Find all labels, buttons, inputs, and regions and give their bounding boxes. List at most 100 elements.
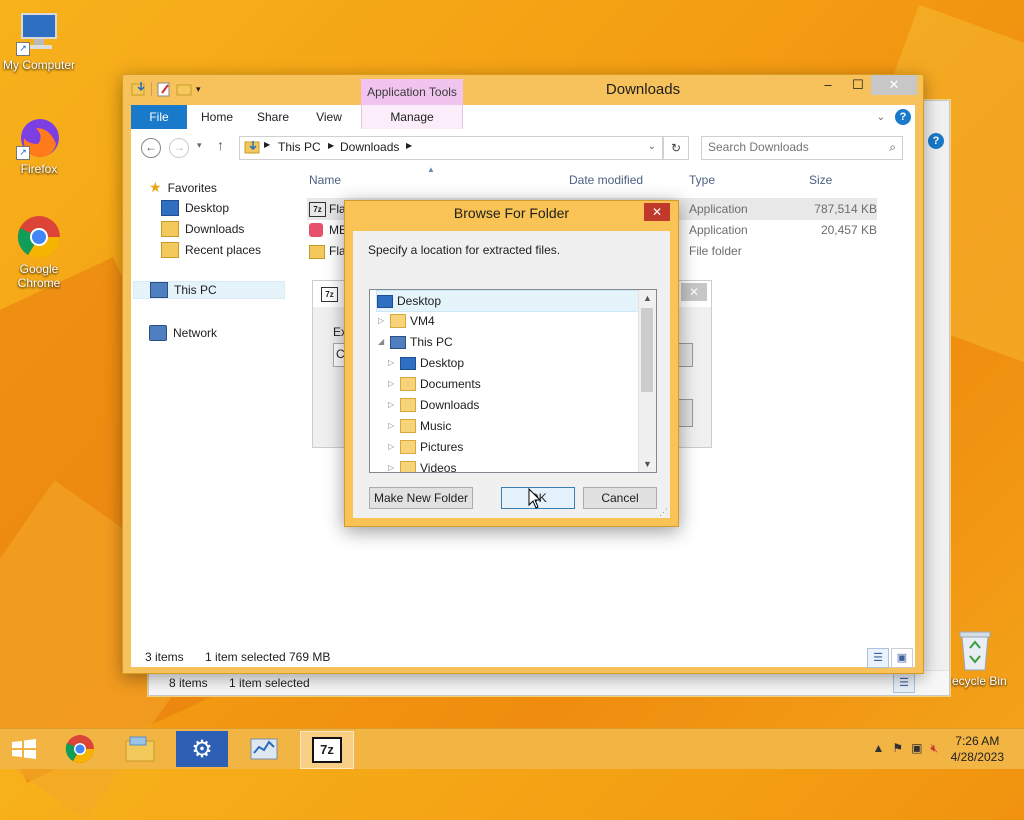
desktop-icon-firefox[interactable]: ↗ Firefox xyxy=(0,114,78,176)
column-type[interactable]: Type xyxy=(689,173,715,187)
chevron-up-icon[interactable]: ▲ xyxy=(872,741,884,756)
search-icon[interactable]: ⌕ xyxy=(889,140,896,155)
forward-button[interactable]: → xyxy=(169,138,189,158)
nav-desktop[interactable]: Desktop xyxy=(161,200,229,216)
network-icon[interactable]: ▣ xyxy=(911,741,922,756)
close-button[interactable]: ✕ xyxy=(681,283,707,301)
7zip-icon: 7z xyxy=(312,737,342,763)
browse-button[interactable] xyxy=(677,343,693,367)
window-edge: ? xyxy=(922,101,949,695)
recent-locations-icon[interactable]: ▾ xyxy=(197,140,202,151)
breadcrumb-this-pc[interactable]: This PC xyxy=(278,140,321,154)
title-bar[interactable]: ▾ Application Tools Downloads – ☐ ✕ xyxy=(123,75,923,105)
chevron-down-icon[interactable]: ⌄ xyxy=(648,141,656,152)
tree-item-music[interactable]: ▷ Music xyxy=(388,416,451,436)
column-size[interactable]: Size xyxy=(809,173,832,187)
back-button[interactable]: ← xyxy=(141,138,161,158)
window-title: Downloads xyxy=(605,81,681,98)
expand-icon[interactable]: ▷ xyxy=(388,395,396,415)
expand-icon[interactable]: ▷ xyxy=(388,458,396,472)
tab-file[interactable]: File xyxy=(131,105,187,129)
chevron-down-icon[interactable]: ⌄ xyxy=(877,112,885,123)
expand-icon[interactable]: ▷ xyxy=(388,353,396,373)
desktop-icon-my-computer[interactable]: ↗ My Computer xyxy=(0,10,78,72)
tree-item-pictures[interactable]: ▷ Pictures xyxy=(388,437,463,457)
network-icon xyxy=(149,325,167,341)
folder-tree[interactable]: Desktop ▷ VM4 ◢ This PC ▷ Desktop ▷ Docu… xyxy=(369,289,657,473)
tree-item-vm4[interactable]: ▷ VM4 xyxy=(378,311,435,331)
taskbar-settings[interactable]: ⚙ xyxy=(176,731,228,767)
help-icon[interactable]: ? xyxy=(895,109,911,125)
tree-item-desktop-folder[interactable]: ▷ Desktop xyxy=(388,353,464,373)
taskbar-task-manager[interactable] xyxy=(238,731,290,767)
computer-icon xyxy=(150,282,168,298)
minimize-button[interactable]: – xyxy=(813,75,843,95)
address-toolbar: ← → ▾ ↑ ▶ This PC ▶ Downloads ▶ ⌄ ↻ ⌕ xyxy=(131,129,915,165)
help-icon[interactable]: ? xyxy=(928,133,944,149)
tab-view[interactable]: View xyxy=(307,105,351,129)
nav-recent-places[interactable]: Recent places xyxy=(161,242,261,258)
expand-icon[interactable]: ▷ xyxy=(388,374,396,394)
documents-folder-icon xyxy=(400,377,416,391)
browse-for-folder-dialog[interactable]: Browse For Folder ✕ Specify a location f… xyxy=(344,200,679,527)
tab-home[interactable]: Home xyxy=(195,105,239,129)
dialog-prompt: Specify a location for extracted files. xyxy=(368,243,561,257)
folder-down-icon[interactable] xyxy=(131,81,147,97)
expand-icon[interactable]: ▷ xyxy=(388,416,396,436)
make-new-folder-button[interactable]: Make New Folder xyxy=(369,487,473,509)
taskbar: ⚙ 7z ▲ ⚑ ▣ 🔇︎ 7:26 AM 4/28/2023 xyxy=(0,728,1024,769)
close-button[interactable]: ✕ xyxy=(644,203,670,221)
collapse-icon[interactable]: ◢ xyxy=(378,332,386,352)
app-icon xyxy=(309,223,323,237)
close-button[interactable]: ✕ xyxy=(871,75,917,95)
tree-item-downloads[interactable]: ▷ Downloads xyxy=(388,395,479,415)
tree-scrollbar[interactable]: ▲ ▼ xyxy=(638,290,656,472)
scroll-thumb[interactable] xyxy=(641,308,653,392)
clock[interactable]: 7:26 AM 4/28/2023 xyxy=(951,733,1004,765)
start-button[interactable] xyxy=(0,731,48,767)
file-type: Application xyxy=(689,202,748,216)
nav-network[interactable]: Network xyxy=(149,325,217,341)
status-bar: 3 items 1 item selected 769 MB ☰ ▣ xyxy=(131,647,915,668)
refresh-button[interactable]: ↻ xyxy=(663,136,689,160)
column-date-modified[interactable]: Date modified xyxy=(569,173,643,187)
tree-item-this-pc[interactable]: ◢ This PC xyxy=(378,332,453,352)
up-button[interactable]: ↑ xyxy=(217,137,224,153)
tab-share[interactable]: Share xyxy=(251,105,295,129)
tab-manage[interactable]: Manage xyxy=(361,105,463,129)
taskbar-chrome[interactable] xyxy=(54,731,106,767)
chevron-down-icon[interactable]: ▾ xyxy=(196,81,206,97)
address-bar[interactable]: ▶ This PC ▶ Downloads ▶ ⌄ xyxy=(239,136,663,160)
dialog-button[interactable] xyxy=(677,399,693,427)
column-name[interactable]: Name xyxy=(309,173,341,187)
breadcrumb-downloads[interactable]: Downloads xyxy=(340,140,399,154)
nav-favorites[interactable]: ★ Favorites xyxy=(149,179,217,196)
desktop-icon-label: Google Chrome xyxy=(17,262,61,290)
search-input[interactable] xyxy=(702,137,884,157)
tree-item-desktop[interactable]: Desktop xyxy=(376,290,642,312)
scroll-down-icon[interactable]: ▼ xyxy=(639,456,656,472)
large-icons-view-icon[interactable]: ▣ xyxy=(891,648,913,668)
nav-downloads[interactable]: Downloads xyxy=(161,221,244,237)
taskbar-file-explorer[interactable] xyxy=(114,731,166,767)
flag-icon[interactable]: ⚑ xyxy=(892,741,903,756)
maximize-button[interactable]: ☐ xyxy=(843,75,873,95)
task-manager-icon xyxy=(250,738,278,760)
scroll-up-icon[interactable]: ▲ xyxy=(639,290,656,306)
taskbar-7zip[interactable]: 7z xyxy=(300,731,354,769)
file-explorer-icon xyxy=(125,736,155,762)
tree-item-documents[interactable]: ▷ Documents xyxy=(388,374,481,394)
resize-grip-icon[interactable]: ⋰ xyxy=(659,507,668,518)
search-box[interactable]: ⌕ xyxy=(701,136,903,160)
new-folder-icon[interactable] xyxy=(176,81,192,97)
volume-muted-icon[interactable]: 🔇︎ xyxy=(930,741,938,756)
details-view-icon[interactable]: ☰ xyxy=(867,648,889,668)
tree-item-videos[interactable]: ▷ Videos xyxy=(388,458,456,472)
desktop-icon-chrome[interactable]: Google Chrome xyxy=(0,214,78,290)
properties-icon[interactable] xyxy=(156,81,172,97)
expand-icon[interactable]: ▷ xyxy=(388,437,396,457)
details-view-icon[interactable]: ☰ xyxy=(893,673,915,693)
cancel-button[interactable]: Cancel xyxy=(583,487,657,509)
expand-icon[interactable]: ▷ xyxy=(378,311,386,331)
nav-this-pc[interactable]: This PC xyxy=(133,281,285,299)
